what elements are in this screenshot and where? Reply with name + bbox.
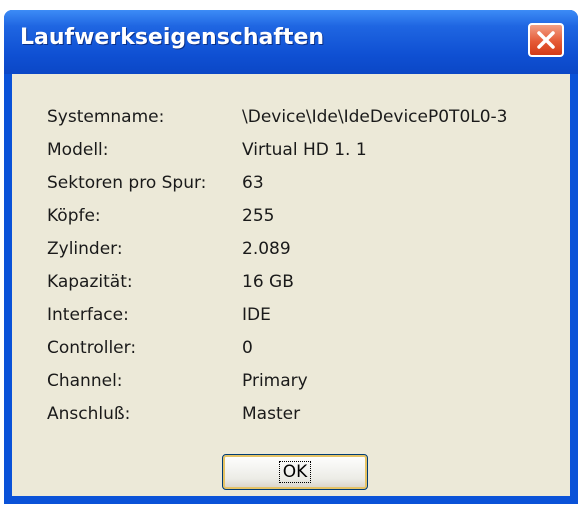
property-label: Interface: xyxy=(47,305,129,325)
property-value: Master xyxy=(242,404,301,424)
property-label: Systemname: xyxy=(47,107,165,127)
window-title: Laufwerkseigenschaften xyxy=(20,25,325,50)
property-label: Kapazität: xyxy=(47,272,133,292)
close-icon xyxy=(537,31,555,49)
property-value: 2.089 xyxy=(242,239,291,259)
property-label: Controller: xyxy=(47,338,137,358)
dialog-content: Systemname: \Device\Ide\IdeDeviceP0T0L0-… xyxy=(12,74,570,496)
property-label: Sektoren pro Spur: xyxy=(47,173,207,193)
property-value: IDE xyxy=(242,305,271,325)
property-label: Zylinder: xyxy=(47,239,123,259)
property-label: Modell: xyxy=(47,140,109,160)
property-value: 16 GB xyxy=(242,272,294,292)
dialog-window: Laufwerkseigenschaften Systemname: \Devi… xyxy=(4,10,578,504)
title-bar[interactable]: Laufwerkseigenschaften xyxy=(4,10,578,74)
property-value: 255 xyxy=(242,206,275,226)
property-value: 63 xyxy=(242,173,264,193)
ok-button[interactable]: OK xyxy=(222,454,368,490)
property-value: 0 xyxy=(242,338,253,358)
close-button[interactable] xyxy=(528,23,564,57)
property-value: \Device\Ide\IdeDeviceP0T0L0-3 xyxy=(242,107,508,127)
ok-button-label: OK xyxy=(278,461,312,483)
property-value: Primary xyxy=(242,371,308,391)
property-label: Anschluß: xyxy=(47,404,131,424)
property-value: Virtual HD 1. 1 xyxy=(242,140,367,160)
property-label: Köpfe: xyxy=(47,206,101,226)
property-label: Channel: xyxy=(47,371,123,391)
